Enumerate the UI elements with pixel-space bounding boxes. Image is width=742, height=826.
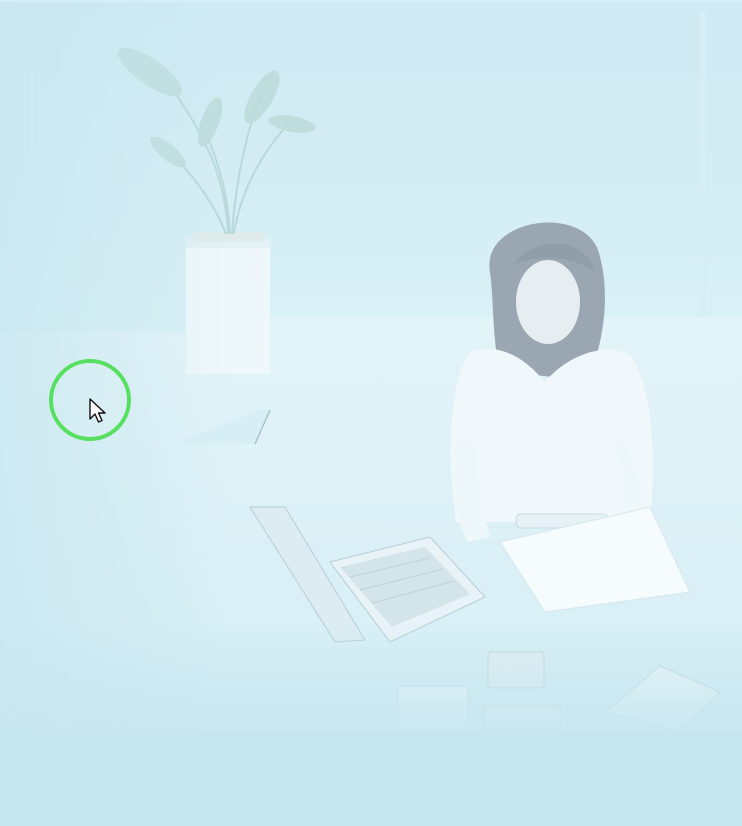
desktop-screen bbox=[0, 0, 742, 826]
bottom-band bbox=[0, 732, 742, 826]
mouse-pointer-icon bbox=[89, 398, 106, 423]
